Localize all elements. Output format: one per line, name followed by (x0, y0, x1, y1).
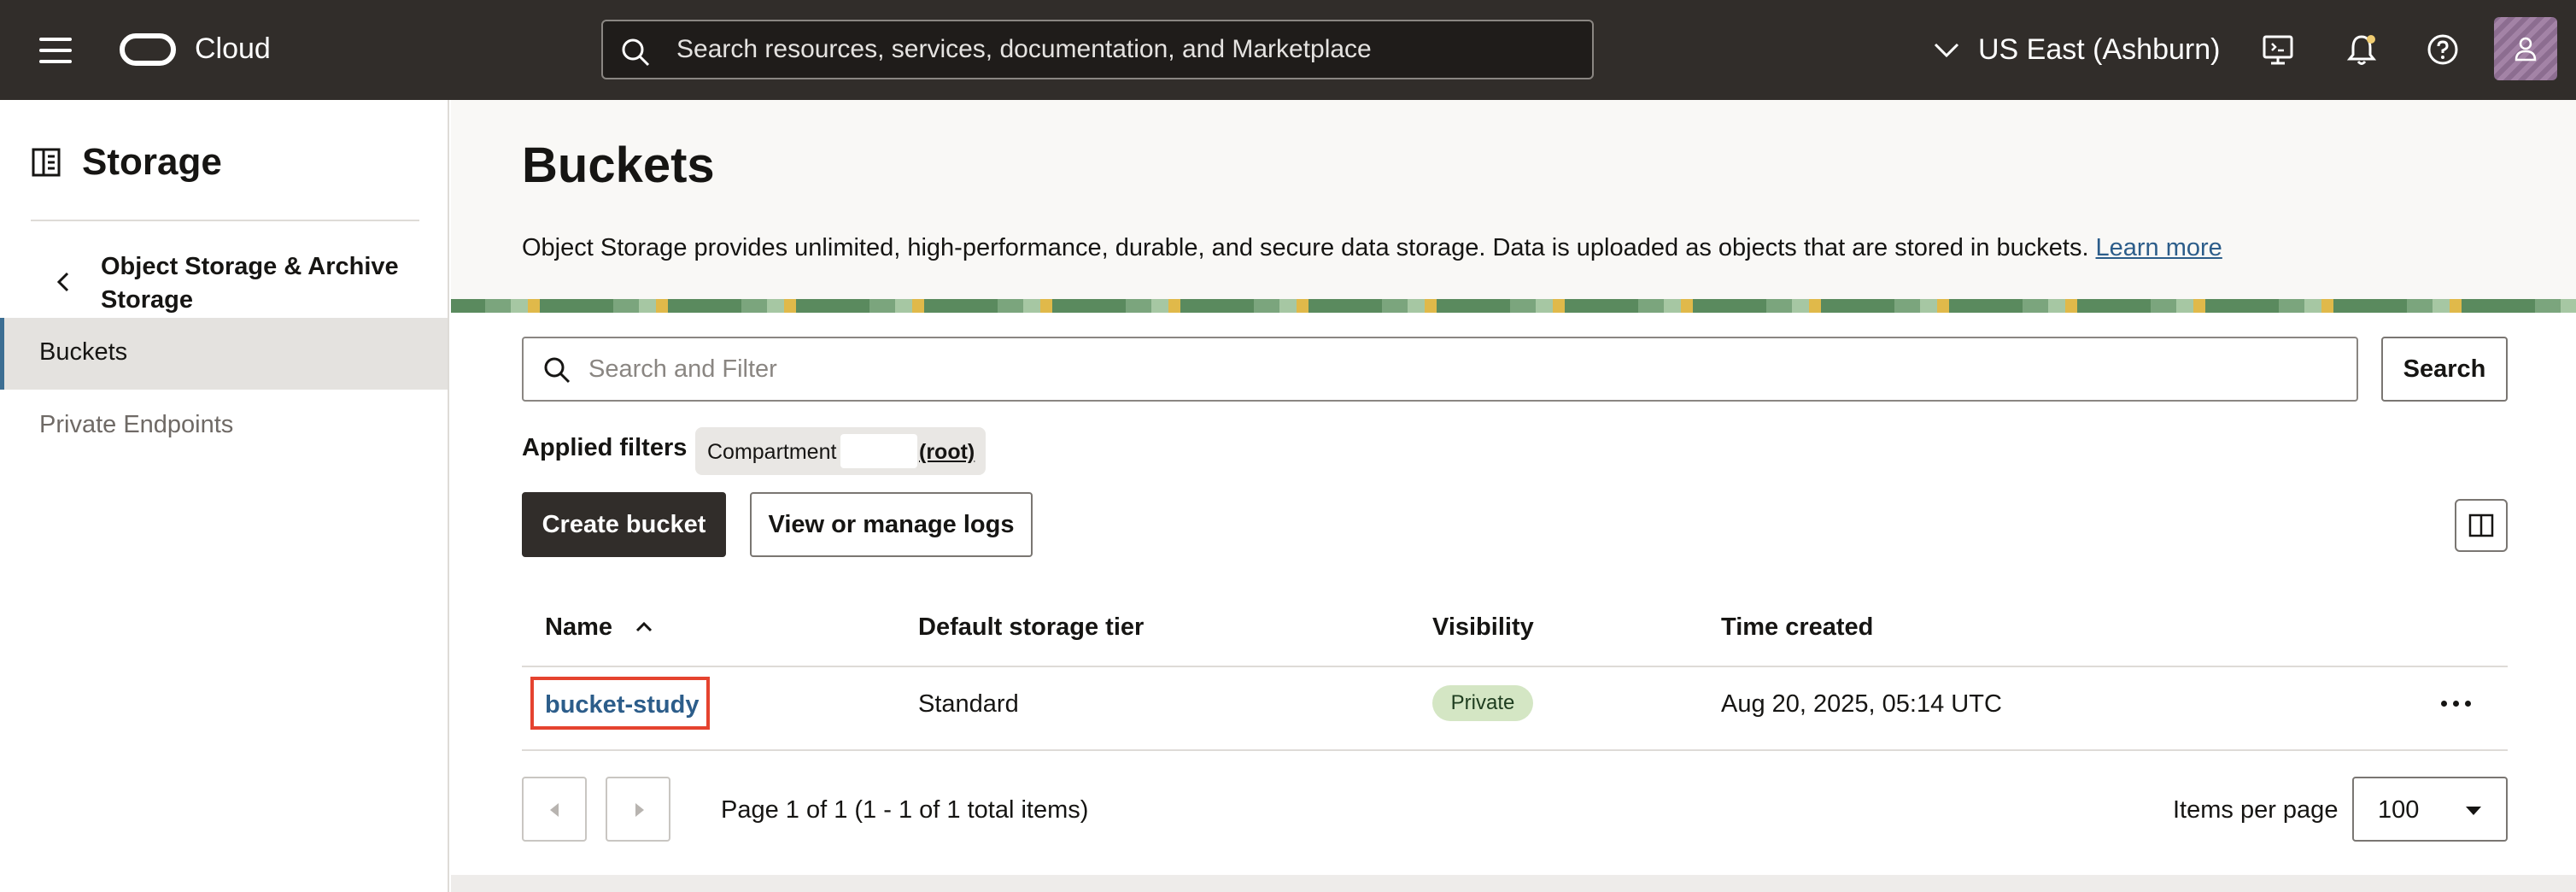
caret-down-icon (2466, 807, 2481, 815)
filter-search-input[interactable] (588, 338, 2348, 400)
items-per-page-value: 100 (2378, 796, 2420, 824)
items-per-page-select[interactable]: 100 (2352, 777, 2508, 842)
sort-ascending-icon (635, 621, 653, 632)
storage-icon (32, 148, 61, 177)
bucket-name-link[interactable]: bucket-study (530, 677, 710, 730)
region-label: US East (Ashburn) (1978, 32, 2221, 66)
side-navigation: Storage Object Storage & Archive Storage… (0, 100, 449, 892)
page-description-text: Object Storage provides unlimited, high-… (522, 234, 2089, 261)
global-search-input[interactable] (676, 21, 1573, 78)
create-bucket-button[interactable]: Create bucket (522, 492, 726, 557)
menu-icon[interactable] (39, 38, 72, 63)
help-icon[interactable] (2426, 32, 2460, 67)
redacted-compartment-name (840, 434, 917, 468)
oracle-logo[interactable] (120, 33, 176, 66)
applied-filters-label: Applied filters (522, 434, 688, 461)
column-header-name[interactable]: Name (545, 613, 653, 642)
column-header-time-created: Time created (1721, 613, 1874, 641)
search-icon (544, 357, 571, 384)
visibility-badge: Private (1432, 685, 1533, 721)
sidebar-title: Storage (82, 141, 222, 183)
view-logs-button[interactable]: View or manage logs (750, 492, 1033, 557)
previous-page-button[interactable] (522, 777, 587, 842)
cloud-shell-icon[interactable] (2261, 32, 2295, 67)
table-row-divider (522, 749, 2508, 751)
filter-search-box[interactable] (522, 337, 2358, 402)
next-page-button[interactable] (606, 777, 670, 842)
page-title: Buckets (522, 138, 715, 193)
compartment-filter-chip[interactable]: Compartment (root) (695, 427, 986, 475)
top-header: Cloud US East (Ashburn) (0, 0, 2576, 100)
learn-more-link[interactable]: Learn more (2096, 234, 2222, 261)
page-header-band (451, 100, 2576, 301)
items-per-page-label: Items per page (2173, 796, 2339, 824)
decorative-banner (451, 299, 2576, 313)
sidebar-header: Storage (31, 141, 222, 184)
pagination-info: Page 1 of 1 (1 - 1 of 1 total items) (721, 796, 1089, 824)
notifications-bell-icon[interactable] (2345, 32, 2379, 67)
filter-chip-value[interactable]: (root) (919, 440, 975, 465)
columns-icon (2468, 513, 2494, 537)
user-icon (2515, 37, 2537, 62)
sidebar-item-private-endpoints[interactable]: Private Endpoints (0, 390, 448, 462)
storage-tier-cell: Standard (918, 690, 1019, 718)
region-selector[interactable]: US East (Ashburn) (1932, 31, 2220, 68)
search-icon (622, 38, 650, 67)
page-footer-band (451, 875, 2576, 892)
sidebar-divider (31, 220, 419, 221)
sidebar-item-label: Buckets (39, 338, 128, 366)
sidebar-parent-label: Object Storage & Archive Storage (101, 253, 399, 314)
caret-left-icon (550, 803, 559, 817)
column-settings-button[interactable] (2455, 499, 2508, 552)
chevron-left-icon (56, 272, 69, 292)
search-button[interactable]: Search (2381, 337, 2508, 402)
chevron-down-icon (1934, 43, 1959, 58)
sidebar-item-label: Private Endpoints (39, 411, 234, 438)
filter-chip-key: Compartment (707, 440, 837, 464)
column-header-storage-tier: Default storage tier (918, 613, 1145, 641)
sidebar-item-buckets[interactable]: Buckets (0, 318, 448, 390)
user-avatar[interactable] (2494, 17, 2557, 80)
table-header-divider (522, 666, 2508, 667)
page-description: Object Storage provides unlimited, high-… (522, 234, 2222, 262)
global-search-box[interactable] (601, 20, 1594, 79)
time-created-cell: Aug 20, 2025, 05:14 UTC (1721, 690, 2002, 718)
row-actions-menu-icon[interactable] (2439, 694, 2474, 714)
column-header-visibility: Visibility (1432, 613, 1534, 641)
brand-name[interactable]: Cloud (195, 32, 271, 66)
caret-right-icon (635, 803, 644, 817)
